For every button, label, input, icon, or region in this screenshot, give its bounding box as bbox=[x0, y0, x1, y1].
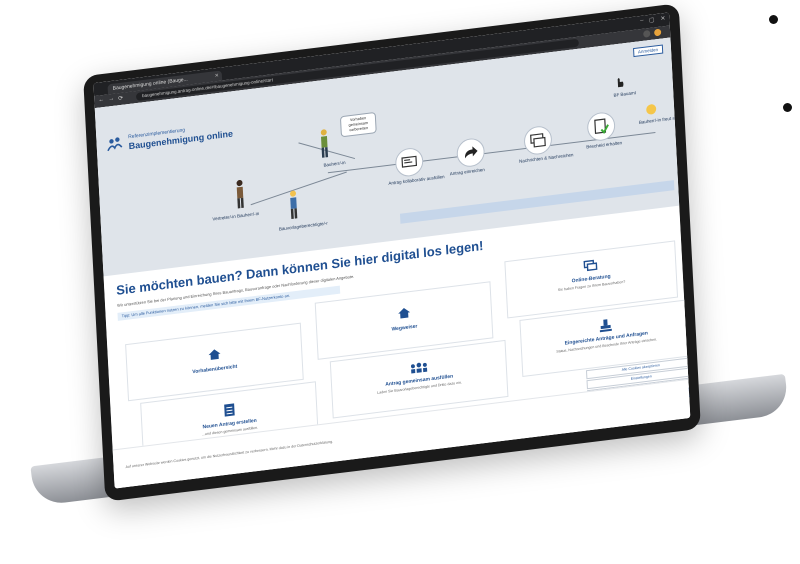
back-icon[interactable]: ← bbox=[98, 97, 104, 104]
person-builder-icon bbox=[320, 129, 329, 158]
final-label: Bauherr/-in freut sich bbox=[638, 114, 681, 125]
profile-avatar-icon[interactable] bbox=[654, 28, 662, 37]
window-close-icon[interactable]: ✕ bbox=[660, 15, 665, 23]
extension-icon[interactable] bbox=[643, 29, 651, 38]
arrow-submit-icon bbox=[464, 146, 478, 159]
house-icon bbox=[397, 308, 410, 319]
maximize-icon[interactable]: ▢ bbox=[649, 16, 655, 24]
decision-document-icon bbox=[594, 118, 609, 134]
step-label: Bescheid erhalten bbox=[586, 140, 623, 150]
laptop-form-icon bbox=[401, 155, 418, 168]
forward-icon[interactable]: → bbox=[108, 96, 114, 103]
person-representative-icon bbox=[236, 180, 244, 209]
stamp-icon bbox=[599, 319, 612, 333]
prepare-note-bubble: Vorhaben gemeinsam vorbereiten bbox=[339, 111, 377, 138]
laptop-mockup: Baugenehmigung online (Bauge... ✕ – ▢ ✕ … bbox=[0, 0, 800, 564]
step-circle bbox=[523, 124, 553, 157]
web-page: Anmelden Referenzimplementierung Baugene… bbox=[94, 37, 691, 489]
laptop-screen: Baugenehmigung online (Bauge... ✕ – ▢ ✕ … bbox=[93, 12, 691, 489]
actor-approver-label: Bauvorlageberechtigte/-r bbox=[278, 220, 328, 232]
step-circle bbox=[456, 136, 486, 169]
actor-representative-label: Vertreter/-in Bauherr/-in bbox=[212, 210, 260, 222]
login-button[interactable]: Anmelden bbox=[632, 44, 664, 58]
step-circle bbox=[394, 146, 424, 178]
step-label: Antrag einreichen bbox=[449, 167, 485, 177]
house-icon bbox=[208, 349, 220, 360]
final-top-label: BF Bauamt bbox=[613, 90, 636, 98]
actor-builder-label: Bauherr/-in bbox=[323, 159, 346, 168]
people-logo-icon bbox=[107, 137, 123, 152]
step-label: Nachrichten & Nachreichen bbox=[518, 152, 574, 164]
chat-message-icon bbox=[530, 133, 546, 148]
form-list-icon bbox=[223, 403, 235, 417]
people-icon bbox=[410, 362, 427, 374]
reload-icon[interactable]: ⟳ bbox=[118, 95, 123, 103]
step-label: Antrag kollaborativ ausfüllen bbox=[388, 174, 445, 186]
hand-pointer-icon bbox=[617, 78, 624, 88]
close-icon[interactable]: ✕ bbox=[214, 71, 219, 82]
cookie-banner-text: Auf unserer Webseite werden Cookies genu… bbox=[125, 439, 334, 470]
laptop-lid: Baugenehmigung online (Bauge... ✕ – ▢ ✕ … bbox=[83, 3, 701, 502]
minimize-icon[interactable]: – bbox=[640, 18, 644, 24]
sun-icon bbox=[645, 103, 657, 115]
chat-bubble-icon bbox=[583, 259, 598, 272]
person-approver-icon bbox=[290, 190, 298, 220]
